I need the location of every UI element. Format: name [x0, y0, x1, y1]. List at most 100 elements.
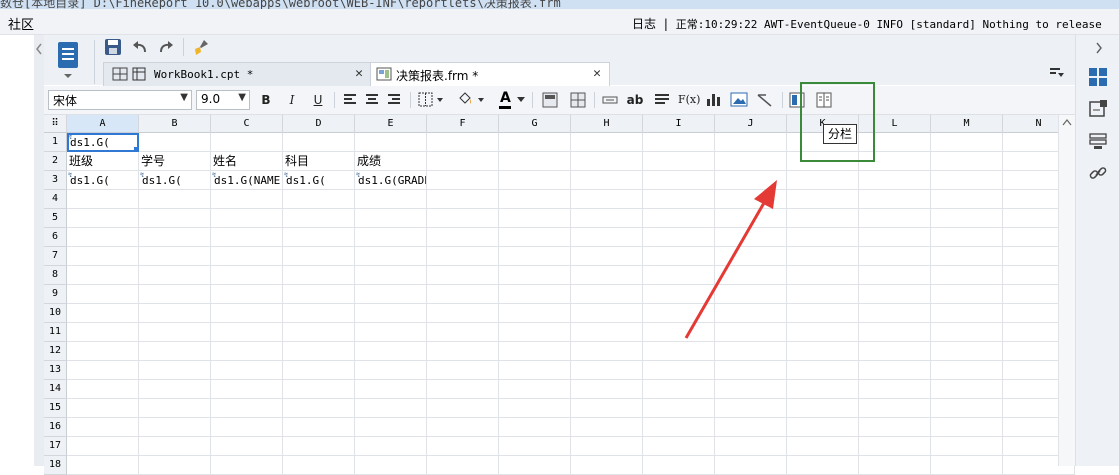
cell-c16[interactable] [211, 418, 283, 437]
cell-a2[interactable]: 班级 [67, 152, 139, 171]
cell-a13[interactable] [67, 361, 139, 380]
row-header-1[interactable]: 1 [44, 133, 67, 152]
cell-h4[interactable] [571, 190, 643, 209]
italic-button[interactable]: I [284, 91, 300, 109]
cell-k7[interactable] [787, 247, 859, 266]
cell-d11[interactable] [283, 323, 355, 342]
cell-a9[interactable] [67, 285, 139, 304]
row-header-11[interactable]: 11 [44, 323, 67, 342]
cell-f3[interactable] [427, 171, 499, 190]
cell-b3[interactable]: ↯ ds1.G( [139, 171, 211, 190]
row-header-2[interactable]: 2 [44, 152, 67, 171]
cell-b13[interactable] [139, 361, 211, 380]
cell-m2[interactable] [931, 152, 1003, 171]
cell-d17[interactable] [283, 437, 355, 456]
cell-d10[interactable] [283, 304, 355, 323]
left-collapse-strip[interactable] [34, 35, 44, 466]
cell-d3[interactable]: ↯ ds1.G( [283, 171, 355, 190]
select-all-corner[interactable]: ⠿ [44, 115, 67, 133]
cell-g9[interactable] [499, 285, 571, 304]
cell-h13[interactable] [571, 361, 643, 380]
cell-m1[interactable] [931, 133, 1003, 152]
cell-i14[interactable] [643, 380, 715, 399]
cell-l12[interactable] [859, 342, 931, 361]
cell-h11[interactable] [571, 323, 643, 342]
cell-h10[interactable] [571, 304, 643, 323]
fill-color-icon[interactable] [456, 91, 488, 109]
cell-l13[interactable] [859, 361, 931, 380]
cell-l7[interactable] [859, 247, 931, 266]
cell-g1[interactable] [499, 133, 571, 152]
column-header-i[interactable]: I [643, 115, 715, 133]
spreadsheet-grid[interactable]: ⠿ABCDEFGHIJKLMN1↯ds1.G(2班级学号姓名科目成绩3↯ds1.… [44, 115, 1075, 475]
cell-h3[interactable] [571, 171, 643, 190]
cell-a12[interactable] [67, 342, 139, 361]
cell-a17[interactable] [67, 437, 139, 456]
wrap-text-button[interactable]: ab [626, 91, 644, 109]
cell-f10[interactable] [427, 304, 499, 323]
cell-b14[interactable] [139, 380, 211, 399]
underline-button[interactable]: U [310, 91, 326, 109]
cell-b1[interactable] [139, 133, 211, 152]
row-header-10[interactable]: 10 [44, 304, 67, 323]
cell-k14[interactable] [787, 380, 859, 399]
new-template-icon[interactable] [52, 40, 84, 80]
cell-d4[interactable] [283, 190, 355, 209]
cell-g14[interactable] [499, 380, 571, 399]
cell-a11[interactable] [67, 323, 139, 342]
cell-m14[interactable] [931, 380, 1003, 399]
cell-e17[interactable] [355, 437, 427, 456]
cell-g5[interactable] [499, 209, 571, 228]
cell-f6[interactable] [427, 228, 499, 247]
cell-m16[interactable] [931, 418, 1003, 437]
column-header-m[interactable]: M [931, 115, 1003, 133]
cell-g11[interactable] [499, 323, 571, 342]
cell-m12[interactable] [931, 342, 1003, 361]
cell-d13[interactable] [283, 361, 355, 380]
align-right-icon[interactable] [387, 93, 401, 107]
cell-f15[interactable] [427, 399, 499, 418]
widget-settings-icon[interactable] [1088, 99, 1108, 119]
font-color-button[interactable]: A [496, 90, 526, 110]
cell-g4[interactable] [499, 190, 571, 209]
tab-decision-report[interactable]: 决策报表.frm * ✕ [370, 62, 610, 86]
format-brush-icon[interactable] [192, 38, 210, 56]
cell-c6[interactable] [211, 228, 283, 247]
column-header-a[interactable]: A [67, 115, 139, 133]
log-label[interactable]: 日志 [632, 17, 656, 31]
cell-m10[interactable] [931, 304, 1003, 323]
cell-b16[interactable] [139, 418, 211, 437]
cell-k16[interactable] [787, 418, 859, 437]
cell-i2[interactable] [643, 152, 715, 171]
cell-l14[interactable] [859, 380, 931, 399]
cell-m3[interactable] [931, 171, 1003, 190]
row-header-12[interactable]: 12 [44, 342, 67, 361]
cell-e3[interactable]: ↯ ds1.G(GRADE [355, 171, 427, 190]
cell-l3[interactable] [859, 171, 931, 190]
row-header-17[interactable]: 17 [44, 437, 67, 456]
cell-d16[interactable] [283, 418, 355, 437]
cell-c11[interactable] [211, 323, 283, 342]
cell-e9[interactable] [355, 285, 427, 304]
cell-c2[interactable]: 姓名 [211, 152, 283, 171]
cell-d2[interactable]: 科目 [283, 152, 355, 171]
cell-f14[interactable] [427, 380, 499, 399]
dropdown-menu-icon[interactable] [1048, 66, 1066, 84]
cell-m8[interactable] [931, 266, 1003, 285]
cell-f8[interactable] [427, 266, 499, 285]
cell-k11[interactable] [787, 323, 859, 342]
cell-j14[interactable] [715, 380, 787, 399]
collapse-left-icon[interactable] [34, 39, 44, 59]
cell-c3[interactable]: ↯ ds1.G(NAME) [211, 171, 283, 190]
cell-b5[interactable] [139, 209, 211, 228]
cell-g6[interactable] [499, 228, 571, 247]
cell-c17[interactable] [211, 437, 283, 456]
row-header-3[interactable]: 3 [44, 171, 67, 190]
cell-k12[interactable] [787, 342, 859, 361]
cell-g8[interactable] [499, 266, 571, 285]
undo-icon[interactable] [131, 38, 149, 56]
cell-b6[interactable] [139, 228, 211, 247]
cell-b11[interactable] [139, 323, 211, 342]
column-header-c[interactable]: C [211, 115, 283, 133]
cell-l9[interactable] [859, 285, 931, 304]
